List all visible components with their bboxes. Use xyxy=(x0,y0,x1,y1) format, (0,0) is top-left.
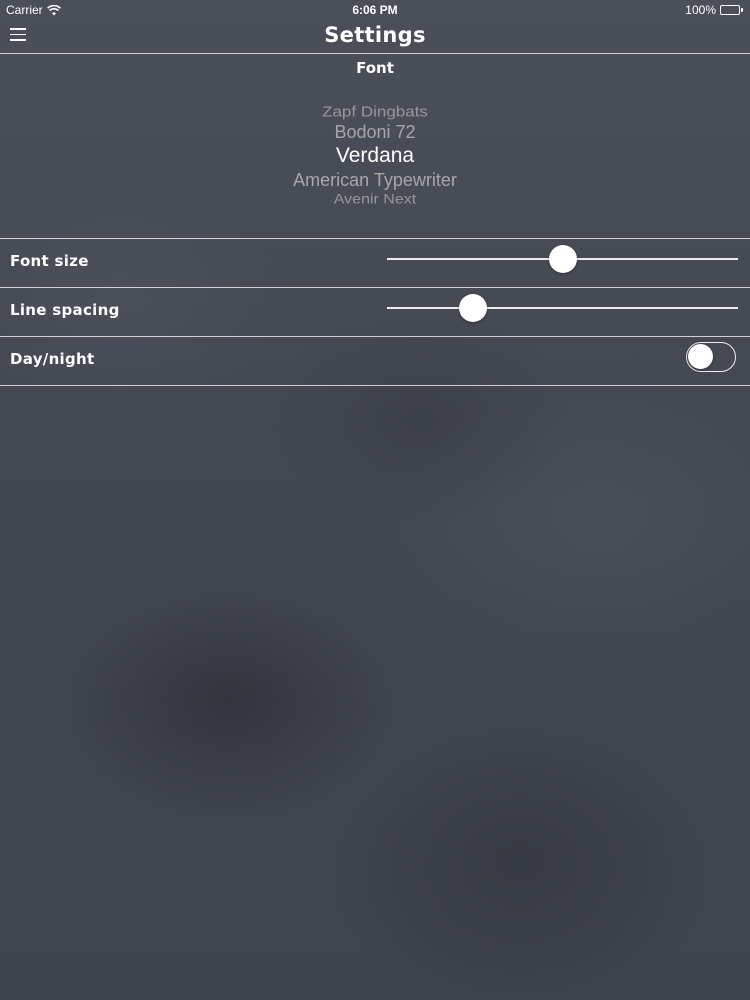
status-bar: Carrier 6:06 PM 100% xyxy=(0,0,750,20)
font-picker-item[interactable]: Avenir Next xyxy=(0,192,750,207)
line-spacing-label: Line spacing xyxy=(10,301,120,319)
font-section: Font Zapf Dingbats Bodoni 72 Verdana Ame… xyxy=(0,54,750,239)
status-right: 100% xyxy=(685,3,744,17)
font-picker[interactable]: Zapf Dingbats Bodoni 72 Verdana American… xyxy=(0,90,750,210)
line-spacing-slider[interactable] xyxy=(387,288,738,336)
status-time: 6:06 PM xyxy=(352,3,398,17)
font-picker-item[interactable]: Zapf Dingbats xyxy=(0,103,750,121)
font-picker-item[interactable]: Bodoni 72 xyxy=(0,122,750,143)
line-spacing-row: Line spacing xyxy=(0,288,750,337)
battery-percent: 100% xyxy=(685,3,716,17)
toggle-knob xyxy=(688,344,713,369)
page-title: Settings xyxy=(324,23,426,47)
slider-thumb[interactable] xyxy=(548,245,577,273)
day-night-toggle[interactable] xyxy=(686,342,736,372)
font-size-label: Font size xyxy=(10,252,89,270)
day-night-label: Day/night xyxy=(10,350,95,368)
slider-thumb[interactable] xyxy=(458,294,487,322)
font-size-row: Font size xyxy=(0,239,750,288)
battery-icon xyxy=(720,5,744,15)
font-section-header: Font xyxy=(356,59,394,77)
font-picker-selected-item[interactable]: Verdana xyxy=(0,144,750,168)
font-size-slider[interactable] xyxy=(387,239,738,287)
font-picker-item[interactable]: American Typewriter xyxy=(0,170,750,191)
nav-bar: Settings xyxy=(0,20,750,54)
slider-track xyxy=(387,307,738,309)
day-night-row: Day/night xyxy=(0,337,750,386)
